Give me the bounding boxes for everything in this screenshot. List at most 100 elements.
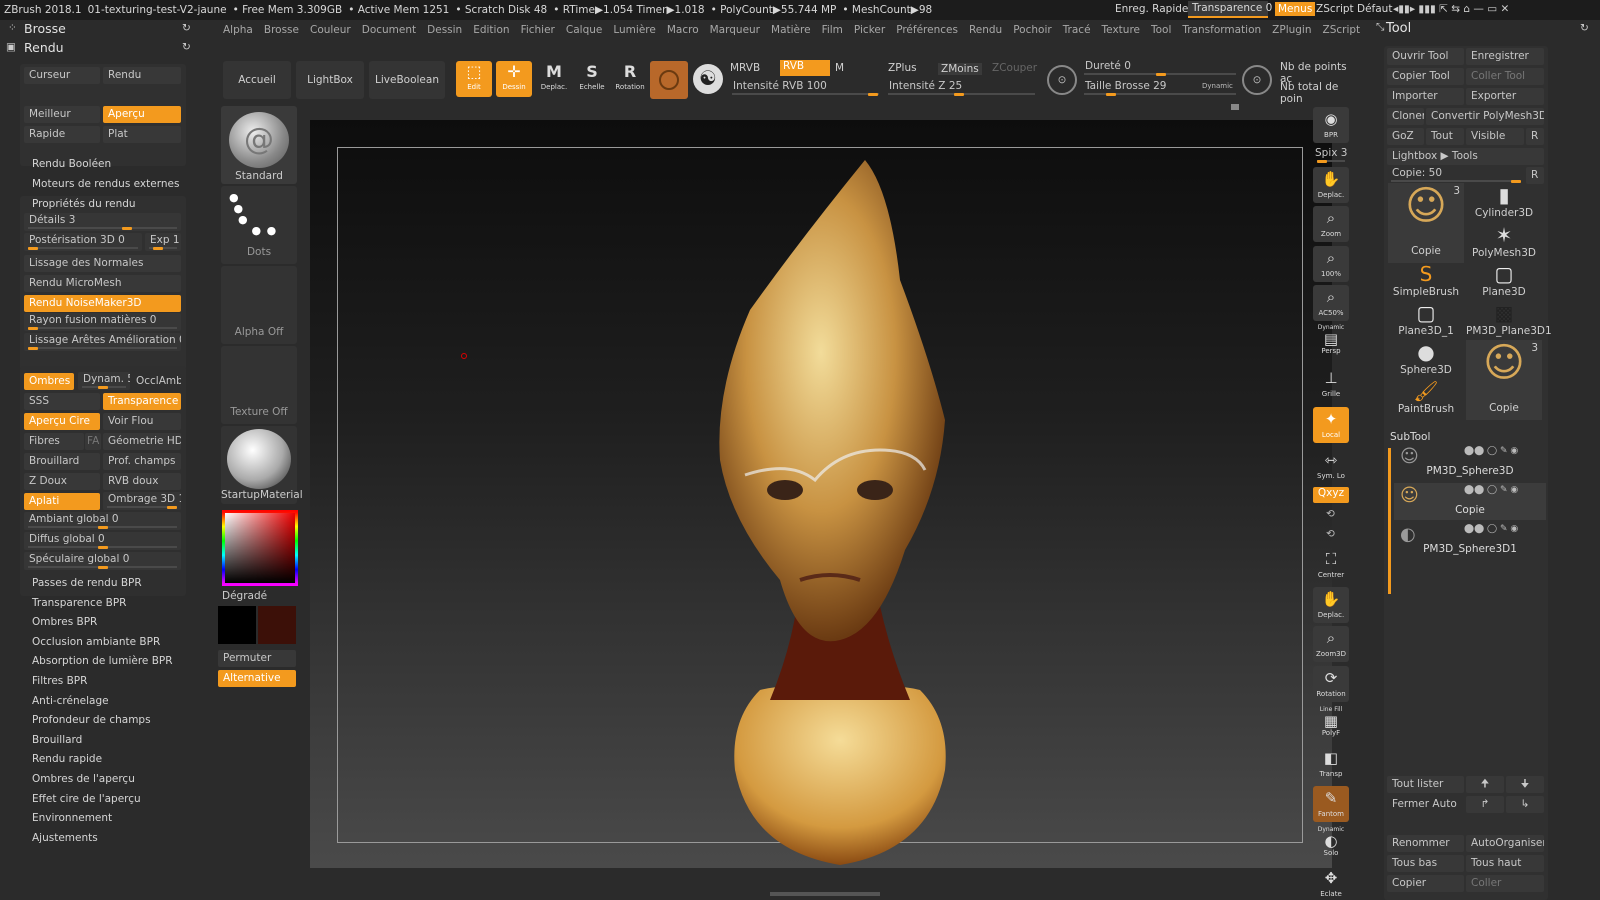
tool-thumb-7[interactable]: ● Sphere3D: [1388, 340, 1464, 378]
ambient-slider[interactable]: Ambiant global 0: [24, 512, 181, 530]
visible-button[interactable]: Visible: [1466, 128, 1524, 145]
persp-button[interactable]: Dynamic ▤ Persp: [1313, 324, 1349, 360]
menu-1[interactable]: Brosse: [264, 24, 299, 36]
menus-button[interactable]: Menus: [1275, 2, 1316, 16]
fibers-button[interactable]: Fibres: [24, 433, 84, 450]
xpose-button[interactable]: ✥ Eclate: [1313, 866, 1349, 900]
local-symmetry-button[interactable]: ⇿ Sym. Lo: [1313, 448, 1349, 484]
bpr-item-13[interactable]: Ajustements: [32, 832, 98, 844]
zsoft-button[interactable]: Z Doux: [24, 473, 100, 490]
transparency-slider[interactable]: Transparence 0: [1188, 1, 1272, 18]
exp-slider[interactable]: Exp 1: [145, 233, 181, 251]
menu-5[interactable]: Edition: [473, 24, 509, 36]
make-polymesh-button[interactable]: Convertir PolyMesh3D: [1426, 108, 1544, 125]
bpr-button[interactable]: ◉ BPR: [1313, 107, 1349, 143]
z-intensity-slider[interactable]: Intensité Z 25: [884, 79, 1039, 97]
clone-button[interactable]: Cloner: [1387, 108, 1424, 125]
transparency-button[interactable]: Transparence: [103, 393, 181, 410]
copy-count-slider[interactable]: Copie: 50: [1387, 166, 1524, 184]
bpr-item-4[interactable]: Absorption de lumière BPR: [32, 655, 173, 667]
bpr-item-7[interactable]: Profondeur de champs: [32, 714, 151, 726]
menu-18[interactable]: Texture: [1102, 24, 1140, 36]
zscript-default[interactable]: ZScript Défaut: [1316, 3, 1392, 15]
switch-color-button[interactable]: Permuter: [218, 650, 296, 667]
menu-19[interactable]: Tool: [1151, 24, 1171, 36]
polyframe-button[interactable]: Line Fill ▦ PolyF: [1313, 706, 1349, 742]
tool-thumb-0[interactable]: ☺ Copie 3: [1388, 183, 1464, 263]
subtool-toggles-icon[interactable]: ⬤⬤ ◯ ✎ ◉: [1464, 446, 1518, 456]
menu-17[interactable]: Tracé: [1063, 24, 1091, 36]
brush-radius-icon[interactable]: ⊙: [1242, 65, 1272, 95]
secondary-color-swatch[interactable]: [258, 606, 296, 644]
zadd-toggle[interactable]: ZPlus: [888, 62, 917, 74]
tool-thumb-1[interactable]: ▮ Cylinder3D: [1466, 183, 1542, 221]
lightbox-button[interactable]: LightBox: [296, 61, 364, 99]
move-up-button[interactable]: 🠉: [1466, 776, 1504, 793]
move-view-button[interactable]: ✋ Deplac.: [1313, 587, 1349, 623]
sss-button[interactable]: SSS: [24, 393, 100, 410]
copy-tool-button[interactable]: Copier Tool: [1387, 68, 1464, 85]
y-rotation-icon[interactable]: ⟲: [1326, 508, 1335, 520]
fa-button[interactable]: FA: [85, 433, 101, 450]
bpr-item-3[interactable]: Occlusion ambiante BPR: [32, 636, 160, 648]
zoom-button[interactable]: ⌕ Zoom: [1313, 206, 1349, 242]
texture-selector[interactable]: Texture Off: [221, 346, 297, 424]
render-button[interactable]: Rendu: [103, 67, 181, 84]
ghost-button[interactable]: ✎ Fantom: [1313, 786, 1349, 822]
xyz-rotation-toggle[interactable]: Qxyz: [1313, 487, 1349, 503]
fast-button[interactable]: Rapide: [24, 126, 100, 143]
menu-8[interactable]: Lumière: [613, 24, 655, 36]
bpr-item-9[interactable]: Rendu rapide: [32, 753, 102, 765]
tool-thumb-2[interactable]: ✶ PolyMesh3D: [1466, 223, 1542, 261]
boolean-render-item[interactable]: Rendu Booléen: [32, 158, 111, 170]
brush-selector[interactable]: @ Standard: [221, 106, 297, 184]
alternate-button[interactable]: Alternative: [218, 670, 296, 687]
menu-4[interactable]: Dessin: [427, 24, 462, 36]
view-blur-button[interactable]: Voir Flou: [103, 413, 181, 430]
posterize-slider[interactable]: Postérisation 3D 0: [24, 233, 142, 251]
insert-below-button[interactable]: ↳: [1506, 796, 1544, 813]
liveboolean-button[interactable]: LiveBoolean: [369, 61, 445, 99]
subtool-item[interactable]: ◐ ⬤⬤ ◯ ✎ ◉ PM3D_Sphere3D1: [1394, 522, 1546, 559]
document-canvas[interactable]: [310, 120, 1332, 868]
zoom3d-button[interactable]: ⌕ Zoom3D: [1313, 626, 1349, 662]
tool-thumb-8[interactable]: ☺ Copie 3: [1466, 340, 1542, 420]
diffuse-slider[interactable]: Diffus global 0: [24, 532, 181, 550]
menu-12[interactable]: Film: [822, 24, 843, 36]
refresh-icon-3[interactable]: ↻: [1580, 22, 1589, 34]
half-size-button[interactable]: ⌕ AC50%: [1313, 285, 1349, 321]
export-button[interactable]: Exporter: [1466, 88, 1544, 105]
menu-22[interactable]: ZScript: [1323, 24, 1361, 36]
home-button[interactable]: Accueil: [223, 61, 291, 99]
geometry-hd-button[interactable]: Géometrie HD: [103, 433, 181, 450]
zsub-toggle[interactable]: ZMoins: [938, 63, 982, 75]
tool-thumb-6[interactable]: ▩ PM3D_Plane3D1: [1466, 301, 1552, 339]
rgb-toggle[interactable]: RVB: [780, 60, 830, 76]
all-high-button[interactable]: Tous haut: [1466, 855, 1544, 872]
refresh-icon-2[interactable]: ↻: [182, 41, 191, 53]
bpr-item-8[interactable]: Brouillard: [32, 734, 82, 746]
actual-size-button[interactable]: ⌕ 100%: [1313, 246, 1349, 282]
tool-thumb-9[interactable]: 🖌 PaintBrush: [1388, 379, 1464, 417]
bpr-item-10[interactable]: Ombres de l'aperçu: [32, 773, 135, 785]
color-picker[interactable]: [222, 510, 298, 586]
focal-shift-icon[interactable]: ⊙: [1047, 65, 1077, 95]
frame-button[interactable]: ⛶ Centrer: [1313, 547, 1349, 583]
details-slider[interactable]: Détails 3: [24, 213, 181, 231]
paste-subtool-button[interactable]: Coller: [1466, 875, 1544, 892]
main-color-swatch[interactable]: [218, 606, 256, 644]
menu-0[interactable]: Alpha: [223, 24, 253, 36]
z-rotation-icon[interactable]: ⟲: [1326, 528, 1335, 540]
tool-thumb-3[interactable]: S SimpleBrush: [1388, 262, 1464, 300]
bpr-item-0[interactable]: Passes de rendu BPR: [32, 577, 142, 589]
bottom-handle[interactable]: [770, 892, 880, 896]
move-down-button[interactable]: 🠋: [1506, 776, 1544, 793]
micromesh-button[interactable]: Rendu MicroMesh: [24, 275, 181, 292]
save-tool-button[interactable]: Enregistrer: [1466, 48, 1544, 65]
bpr-item-5[interactable]: Filtres BPR: [32, 675, 87, 687]
rotate-button[interactable]: R Rotation: [612, 61, 648, 97]
alien-bust-model[interactable]: [690, 160, 990, 870]
subtool-title[interactable]: SubTool: [1390, 431, 1430, 443]
best-button[interactable]: Meilleur: [24, 106, 100, 123]
fusion-radius-slider[interactable]: Rayon fusion matières 0: [24, 313, 181, 331]
